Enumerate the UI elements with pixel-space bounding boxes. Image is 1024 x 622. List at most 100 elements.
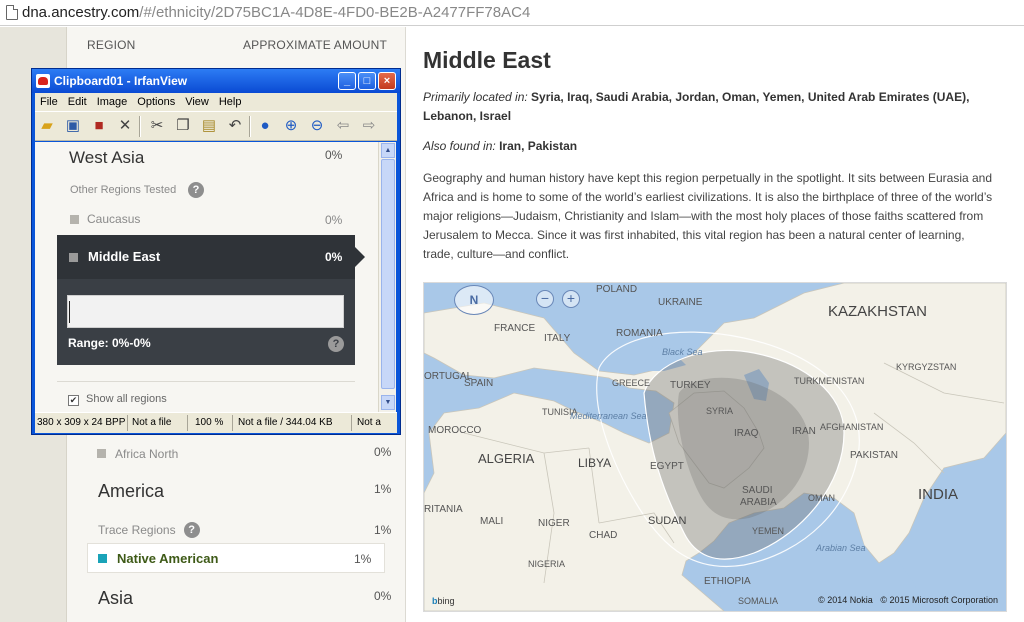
region-detail: Middle East Primarily located in: Syria,… bbox=[406, 27, 1024, 622]
range-slider-field[interactable] bbox=[67, 295, 344, 328]
region-label: Asia bbox=[98, 588, 134, 608]
url-host: dna.ancestry.com bbox=[22, 4, 140, 21]
copy-icon[interactable]: ❐ bbox=[173, 117, 193, 135]
irfanview-toolbar: ▰ ▣ ■ ✕ ✂ ❐ ▤ ↶ ● ⊕ ⊖ ⇦ ⇨ bbox=[35, 111, 397, 141]
map-label-algeria: ALGERIA bbox=[478, 451, 535, 466]
also-label: Also found in: bbox=[423, 139, 496, 153]
region-map[interactable]: N − + KAZAKHSTAN POLAND UKRAINE FRANCE R… bbox=[423, 282, 1007, 612]
previous-icon[interactable]: ⇦ bbox=[333, 117, 353, 135]
region-swatch bbox=[70, 215, 79, 224]
middle-east-card: Middle East 0% Range: 0%-0% ? bbox=[57, 235, 365, 365]
zoom-in-icon[interactable]: ⊕ bbox=[281, 117, 301, 135]
undo-icon[interactable]: ↶ bbox=[225, 117, 245, 135]
header-region: REGION bbox=[87, 38, 136, 52]
map-label-iran: IRAN bbox=[792, 426, 816, 437]
maximize-button[interactable]: □ bbox=[358, 72, 376, 90]
status-dimensions: 380 x 309 x 24 BPP bbox=[37, 417, 126, 428]
info-icon[interactable]: ● bbox=[255, 117, 275, 135]
menu-edit[interactable]: Edit bbox=[68, 93, 87, 111]
address-bar[interactable]: dna.ancestry.com/#/ethnicity/2D75BC1A-4D… bbox=[0, 0, 1024, 26]
url-text[interactable]: dna.ancestry.com/#/ethnicity/2D75BC1A-4D… bbox=[22, 4, 530, 21]
menu-image[interactable]: Image bbox=[97, 93, 128, 111]
also-found: Also found in: Iran, Pakistan bbox=[423, 137, 998, 156]
help-icon[interactable]: ? bbox=[183, 521, 200, 538]
page-title: Middle East bbox=[423, 47, 551, 73]
help-icon: ? bbox=[188, 182, 204, 198]
region-row-native-american[interactable]: Native American 1% bbox=[87, 543, 385, 573]
map-label-poland: POLAND bbox=[596, 284, 638, 295]
map-label-syria: SYRIA bbox=[706, 406, 734, 416]
region-row-africa-north[interactable]: Africa North 0% bbox=[97, 445, 417, 463]
save-icon[interactable]: ■ bbox=[89, 117, 109, 135]
show-all-checkbox[interactable]: ✔ bbox=[68, 395, 79, 406]
map-label-chad: CHAD bbox=[589, 530, 618, 541]
menu-file[interactable]: File bbox=[40, 93, 58, 111]
map-label-egypt: EGYPT bbox=[650, 461, 684, 472]
cut-icon[interactable]: ✂ bbox=[147, 117, 167, 135]
scroll-down-arrow[interactable]: ▼ bbox=[381, 395, 395, 410]
irfanview-scrollbar[interactable]: ▲ ▼ bbox=[378, 142, 396, 412]
caucasus-label: Caucasus bbox=[87, 212, 141, 226]
region-row-america[interactable]: America 1% bbox=[98, 481, 418, 502]
help-icon[interactable]: ? bbox=[328, 336, 344, 352]
scroll-up-arrow[interactable]: ▲ bbox=[381, 143, 395, 158]
show-all-label: Show all regions bbox=[86, 393, 167, 405]
map-label-kyrgyzstan: KYRGYZSTAN bbox=[896, 362, 957, 372]
status-separator bbox=[232, 415, 233, 431]
region-list-header: REGION APPROXIMATE AMOUNT bbox=[87, 38, 387, 52]
menu-help[interactable]: Help bbox=[219, 93, 242, 111]
status-size: Not a file / 344.04 KB bbox=[238, 417, 333, 428]
map-label-ethiopia: ETHIOPIA bbox=[704, 576, 751, 587]
region-label: Native American bbox=[117, 551, 219, 566]
divider bbox=[57, 381, 355, 382]
status-separator bbox=[351, 415, 352, 431]
header-amount: APPROXIMATE AMOUNT bbox=[242, 38, 387, 52]
toolbar-separator bbox=[249, 116, 251, 137]
region-swatch bbox=[98, 554, 107, 563]
irfanview-window[interactable]: Clipboard01 - IrfanView _ □ × File Edit Im… bbox=[31, 68, 401, 435]
menu-view[interactable]: View bbox=[185, 93, 209, 111]
map-label-mauritania: RITANIA bbox=[424, 504, 463, 515]
compass-icon[interactable]: N bbox=[454, 285, 494, 315]
region-description: Geography and human history have kept th… bbox=[423, 171, 993, 261]
map-label-arabia: ARABIA bbox=[740, 497, 777, 508]
menu-options[interactable]: Options bbox=[137, 93, 175, 111]
map-label-oman: OMAN bbox=[808, 493, 835, 503]
region-row-asia[interactable]: Asia 0% bbox=[98, 588, 418, 609]
map-label-morocco: MOROCCO bbox=[428, 425, 482, 436]
map-label-iraq: IRAQ bbox=[734, 428, 759, 439]
irfanview-title: Clipboard01 - IrfanView bbox=[54, 74, 188, 88]
paste-icon[interactable]: ▤ bbox=[199, 117, 219, 135]
open-folder-icon[interactable]: ▰ bbox=[37, 117, 57, 135]
scroll-thumb[interactable] bbox=[381, 159, 395, 389]
map-label-pakistan: PAKISTAN bbox=[850, 450, 898, 461]
slideshow-icon[interactable]: ▣ bbox=[63, 117, 83, 135]
zoom-in-button[interactable]: + bbox=[562, 290, 580, 308]
minimize-button[interactable]: _ bbox=[338, 72, 356, 90]
url-path: /#/ethnicity/2D75BC1A-4D8E-4FD0-BE2B-A24… bbox=[139, 4, 531, 21]
region-pct: 1% bbox=[374, 482, 392, 496]
status-separator bbox=[127, 415, 128, 431]
west-asia-pct: 0% bbox=[325, 148, 343, 162]
region-swatch bbox=[97, 449, 106, 459]
zoom-out-button[interactable]: − bbox=[536, 290, 554, 308]
middle-east-card-header: Middle East 0% bbox=[57, 235, 365, 279]
map-label-afghanistan: AFGHANISTAN bbox=[820, 422, 884, 432]
map-label-turkmenistan: TURKMENISTAN bbox=[794, 376, 865, 386]
map-label-romania: ROMANIA bbox=[616, 328, 663, 339]
delete-icon[interactable]: ✕ bbox=[115, 117, 135, 135]
map-label-nigeria: NIGERIA bbox=[528, 559, 566, 569]
middle-east-card-title: Middle East bbox=[88, 249, 161, 264]
trace-regions-row: Trace Regions? 1% bbox=[98, 521, 418, 539]
copyright-nokia: © 2014 Nokia bbox=[818, 595, 873, 605]
map-label-libya: LIBYA bbox=[578, 456, 612, 470]
other-regions-label: Other Regions Tested bbox=[70, 184, 177, 196]
irfanview-titlebar[interactable]: Clipboard01 - IrfanView _ □ × bbox=[32, 69, 400, 93]
range-label: Range: 0%-0% bbox=[68, 336, 151, 350]
zoom-out-icon[interactable]: ⊖ bbox=[307, 117, 327, 135]
map-label-ukraine: UKRAINE bbox=[658, 297, 703, 308]
status-file: Not a file bbox=[132, 417, 172, 428]
irfanview-app-icon bbox=[36, 74, 50, 88]
close-button[interactable]: × bbox=[378, 72, 396, 90]
next-icon[interactable]: ⇨ bbox=[359, 117, 379, 135]
